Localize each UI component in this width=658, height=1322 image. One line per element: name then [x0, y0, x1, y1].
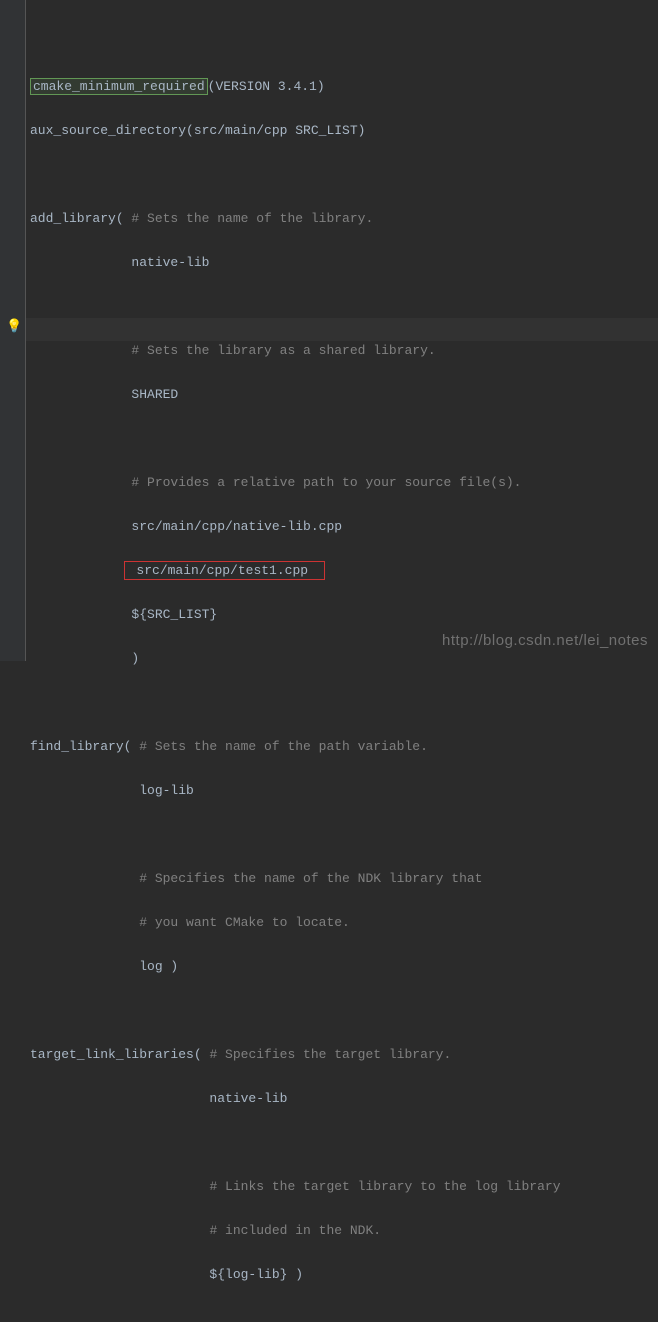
code-line: cmake_minimum_required(VERSION 3.4.1) — [30, 76, 654, 98]
code-line: ${SRC_LIST} — [30, 604, 654, 626]
code-line: # Provides a relative path to your sourc… — [30, 472, 654, 494]
code-line — [30, 164, 654, 186]
code-line: ) — [30, 648, 654, 670]
code-line: # included in the NDK. — [30, 1220, 654, 1242]
code-line: # Links the target library to the log li… — [30, 1176, 654, 1198]
code-line: log ) — [30, 956, 654, 978]
code-line: src/main/cpp/test1.cpp — [30, 560, 654, 582]
code-line — [30, 428, 654, 450]
code-line: aux_source_directory(src/main/cpp SRC_LI… — [30, 120, 654, 142]
code-line: # Specifies the name of the NDK library … — [30, 868, 654, 890]
highlighted-file: src/main/cpp/test1.cpp — [124, 561, 325, 580]
code-line — [30, 296, 654, 318]
code-line: SHARED — [30, 384, 654, 406]
code-line: log-lib — [30, 780, 654, 802]
code-line — [30, 692, 654, 714]
code-line: native-lib — [30, 1088, 654, 1110]
code-line: ${log-lib} ) — [30, 1264, 654, 1286]
code-editor: 💡 cmake_minimum_required(VERSION 3.4.1) … — [0, 0, 658, 661]
code-line: add_library( # Sets the name of the libr… — [30, 208, 654, 230]
code-line: src/main/cpp/native-lib.cpp — [30, 516, 654, 538]
code-line — [30, 1000, 654, 1022]
lightbulb-icon[interactable]: 💡 — [6, 319, 22, 334]
code-line: # Sets the library as a shared library. — [30, 340, 654, 362]
highlighted-command: cmake_minimum_required — [30, 78, 208, 95]
code-line — [30, 824, 654, 846]
code-line — [30, 1132, 654, 1154]
code-line: # you want CMake to locate. — [30, 912, 654, 934]
code-area[interactable]: cmake_minimum_required(VERSION 3.4.1) au… — [26, 0, 658, 661]
code-line: native-lib — [30, 252, 654, 274]
editor-gutter: 💡 — [0, 0, 26, 661]
code-line: find_library( # Sets the name of the pat… — [30, 736, 654, 758]
code-line: target_link_libraries( # Specifies the t… — [30, 1044, 654, 1066]
